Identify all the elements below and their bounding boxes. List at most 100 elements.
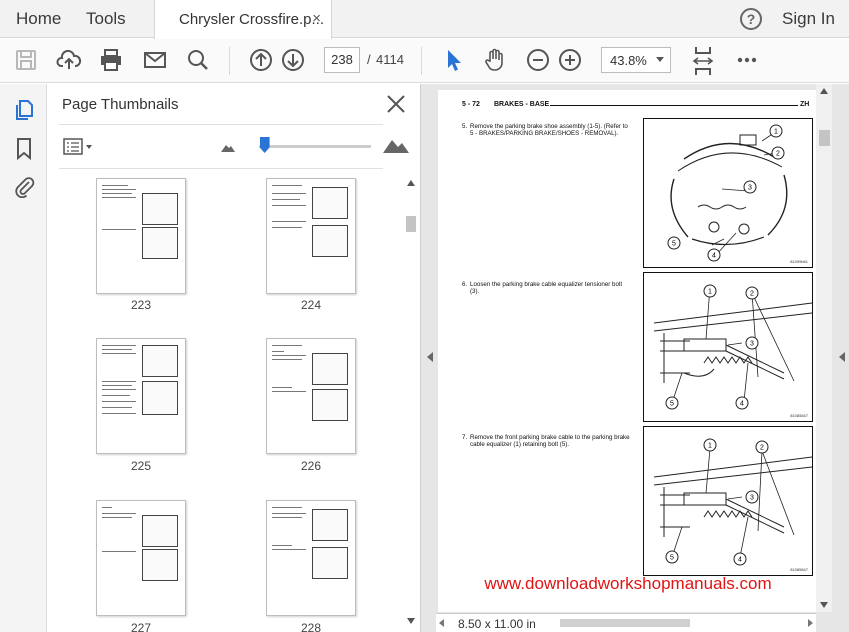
callout-3: 3: [750, 495, 754, 502]
bookmarks-icon[interactable]: [12, 136, 36, 160]
cable-equalizer-figure: 1 2 3 4 5 81085847: [643, 272, 813, 422]
step-number: 6.: [462, 281, 468, 288]
tab-document[interactable]: Chrysler Crossfire.p... ×: [154, 0, 332, 39]
zoom-select[interactable]: 43.8%: [601, 47, 671, 73]
callout-2: 2: [760, 445, 764, 452]
next-page-icon[interactable]: [280, 47, 306, 73]
watermark-url: www.downloadworkshopmanuals.com: [484, 574, 772, 593]
page-model-code: ZH: [800, 101, 810, 108]
page-thumbnail[interactable]: [96, 500, 186, 616]
thumbnail-label: 228: [300, 621, 322, 632]
email-icon[interactable]: [142, 47, 168, 73]
page-thumbnail[interactable]: [266, 500, 356, 616]
cloud-upload-icon[interactable]: [56, 47, 82, 73]
mountain-large-icon[interactable]: [383, 137, 409, 153]
mountain-small-icon[interactable]: [221, 142, 235, 152]
callout-3: 3: [748, 185, 752, 192]
toolbar-separator: [421, 47, 422, 75]
tab-tools[interactable]: Tools: [86, 9, 126, 29]
scroll-up-icon[interactable]: [820, 88, 828, 94]
callouts: 1 2 3 4 5: [667, 124, 785, 262]
callout-5: 5: [672, 241, 676, 248]
thumbnail-size-slider[interactable]: [259, 145, 371, 148]
scroll-down-icon[interactable]: [407, 618, 415, 624]
callout-1: 1: [708, 443, 712, 450]
page-size-label: 8.50 x 11.00 in: [458, 617, 536, 631]
step-number: 7.: [462, 434, 468, 441]
page-thumbnail[interactable]: [96, 338, 186, 454]
figure-code: 81085847: [790, 567, 808, 572]
thumbnail-options-icon[interactable]: [63, 138, 95, 156]
scroll-down-icon[interactable]: [820, 602, 828, 608]
tab-home[interactable]: Home: [16, 9, 61, 29]
attachments-icon[interactable]: [12, 174, 36, 198]
step-text: Loosen the parking brake cable equalizer…: [470, 281, 623, 296]
thumbnail-label: 226: [300, 459, 322, 473]
divider: [59, 168, 383, 169]
callout-1: 1: [708, 289, 712, 296]
search-icon[interactable]: [185, 47, 211, 73]
document-page: 5 - 72 BRAKES - BASE ZH 5. Remove the pa…: [438, 90, 818, 612]
brake-shoe-figure: 1 2 3 4 5 81099b61: [643, 118, 813, 268]
callout-3: 3: [750, 341, 754, 348]
scrollbar-thumb[interactable]: [819, 130, 830, 146]
horizontal-scrollbar-thumb[interactable]: [560, 619, 690, 627]
scroll-right-icon[interactable]: [808, 619, 813, 627]
sign-in-button[interactable]: Sign In: [782, 9, 835, 29]
toolbar-separator: [229, 47, 230, 75]
thumbnail-label: 225: [130, 459, 152, 473]
help-icon[interactable]: ?: [740, 8, 762, 30]
callout-5: 5: [670, 401, 674, 408]
scrollbar-thumb[interactable]: [406, 216, 416, 232]
page-fit-icon[interactable]: [690, 45, 716, 77]
page-thumbnail[interactable]: [96, 178, 186, 294]
expand-right-panel-icon[interactable]: [839, 352, 845, 362]
scroll-up-icon[interactable]: [407, 180, 415, 186]
tab-bar: Home Tools Chrysler Crossfire.p... × ? S…: [0, 0, 849, 39]
figure-code: 81085847: [790, 413, 808, 418]
document-scrollbar[interactable]: [816, 84, 832, 612]
thumbnail-label: 227: [130, 621, 152, 632]
callouts: 1 2 3 4 5: [665, 284, 759, 410]
thumbnail-list: 223 224 225 226 227 228: [47, 176, 403, 632]
print-icon[interactable]: [98, 47, 124, 73]
callout-4: 4: [738, 557, 742, 564]
hand-tool-icon[interactable]: [482, 47, 508, 73]
select-arrow-icon[interactable]: [440, 47, 466, 73]
thumbnails-panel: Page Thumbnails 223 224 225 226 227 228: [47, 84, 421, 632]
page-thumbnails-icon[interactable]: [12, 98, 36, 122]
close-icon[interactable]: [385, 93, 407, 115]
page-number-input[interactable]: 238: [324, 47, 360, 73]
main-toolbar: 238 / 4114 43.8%: [0, 39, 849, 83]
callout-5: 5: [670, 555, 674, 562]
close-icon[interactable]: ×: [312, 10, 321, 27]
step-text: Remove the front parking brake cable to …: [470, 434, 630, 449]
document-view[interactable]: 5 - 72 BRAKES - BASE ZH 5. Remove the pa…: [421, 84, 849, 632]
retaining-bolt-figure: 1 2 3 4 5 81085847: [643, 426, 813, 576]
thumbnail-label: 224: [300, 298, 322, 312]
status-bar: 8.50 x 11.00 in: [436, 613, 816, 632]
navigation-rail: [0, 84, 47, 632]
procedure-step: 6. Loosen the parking brake cable equali…: [462, 281, 632, 296]
collapse-panel-icon[interactable]: [427, 352, 433, 362]
zoom-out-icon[interactable]: [525, 47, 551, 73]
slider-handle[interactable]: [259, 137, 270, 153]
zoom-in-icon[interactable]: [557, 47, 583, 73]
page-separator: /: [367, 52, 371, 67]
previous-page-icon[interactable]: [248, 47, 274, 73]
step-text: Remove the parking brake shoe assembly (…: [470, 123, 628, 138]
procedure-step: 5. Remove the parking brake shoe assembl…: [462, 123, 632, 138]
page-section-title: BRAKES - BASE: [494, 101, 550, 108]
callout-4: 4: [712, 253, 716, 260]
scroll-left-icon[interactable]: [439, 619, 444, 627]
page-section-number: 5 - 72: [462, 101, 480, 108]
page-thumbnail[interactable]: [266, 338, 356, 454]
callout-2: 2: [750, 291, 754, 298]
document-tab-title: Chrysler Crossfire.p...: [179, 11, 325, 28]
page-thumbnail[interactable]: [266, 178, 356, 294]
thumbnails-scrollbar[interactable]: [403, 176, 419, 628]
callout-2: 2: [776, 151, 780, 158]
save-icon[interactable]: [13, 47, 39, 73]
more-icon[interactable]: [734, 47, 760, 73]
callout-4: 4: [740, 401, 744, 408]
